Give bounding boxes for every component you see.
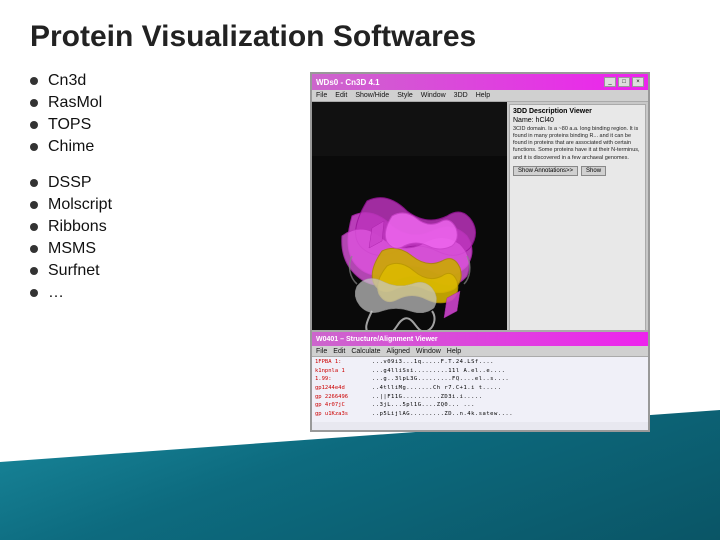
- seq-menu-file[interactable]: File: [316, 348, 327, 355]
- seq-id: gp 4r07jC: [315, 402, 370, 410]
- seq-menu-calculate[interactable]: Calculate: [351, 348, 380, 355]
- list-item: Chime: [30, 138, 290, 156]
- bullet-icon: [30, 201, 38, 209]
- maximize-button[interactable]: □: [618, 77, 630, 87]
- list-item: Ribbons: [30, 218, 290, 236]
- seq-row: 1.99: ...g..3lpL3G.........FQ....el..s..…: [315, 376, 649, 384]
- bullet-group-1: Cn3d RasMol TOPS Chime: [30, 72, 290, 156]
- close-button[interactable]: ×: [632, 77, 644, 87]
- seq-menu-edit[interactable]: Edit: [333, 348, 345, 355]
- window-title: WDs0 - Cn3D 4.1: [316, 78, 380, 87]
- bullet-icon: [30, 179, 38, 187]
- list-item-label: DSSP: [48, 174, 92, 192]
- seq-row: 1FPBA 1: ...v09i3...1q.....F.T.24.LSf...…: [315, 359, 649, 367]
- list-item-label: MSMS: [48, 240, 96, 258]
- list-item-label: Cn3d: [48, 72, 86, 90]
- menu-window[interactable]: Window: [421, 92, 446, 99]
- list-item: Molscript: [30, 196, 290, 214]
- menu-edit[interactable]: Edit: [335, 92, 347, 99]
- bullet-group-2: DSSP Molscript Ribbons MSMS Surfnet: [30, 174, 290, 302]
- bullet-icon: [30, 77, 38, 85]
- seq-id: 1.99:: [315, 376, 370, 384]
- seq-menu-aligned[interactable]: Aligned: [387, 348, 410, 355]
- seq-data: ...v09i3...1q.....F.T.24.LSf....: [372, 359, 494, 367]
- list-item-label: TOPS: [48, 116, 91, 134]
- left-column: Cn3d RasMol TOPS Chime DSSP: [30, 72, 290, 432]
- minimize-button[interactable]: _: [604, 77, 616, 87]
- list-item-label: RasMol: [48, 94, 102, 112]
- seq-data: ..p5LijlAG.........ZD..n.4k.satew....: [372, 411, 513, 419]
- bullet-icon: [30, 289, 38, 297]
- menu-help[interactable]: Help: [476, 92, 490, 99]
- seq-menubar: File Edit Calculate Aligned Window Help: [312, 346, 650, 357]
- seq-id: gp u1Kza3s: [315, 411, 370, 419]
- seq-data: ...g4lliSsi.........11l A.el..e....: [372, 368, 505, 376]
- show-button[interactable]: Show: [581, 166, 606, 176]
- seq-row: gp 2266496 ..||F11G..........ZD3i.i.....: [315, 394, 649, 402]
- window-controls: _ □ ×: [604, 77, 644, 87]
- seq-data: ..||F11G..........ZD3i.i.....: [372, 394, 483, 402]
- seq-id: k1npnla 1: [315, 368, 370, 376]
- desc-panel-text: 3CID domain. Is a ~80 a.a. long binding …: [513, 126, 642, 162]
- menu-style[interactable]: Style: [397, 92, 413, 99]
- app-screenshot: WDs0 - Cn3D 4.1 _ □ × File Edit Show/Hid…: [310, 72, 650, 432]
- seq-row: k1npnla 1 ...g4lliSsi.........11l A.el..…: [315, 368, 649, 376]
- seq-id: 1FPBA 1:: [315, 359, 370, 367]
- list-item: RasMol: [30, 94, 290, 112]
- list-item-label: Ribbons: [48, 218, 107, 236]
- menu-bar: File Edit Show/Hide Style Window 3DD Hel…: [312, 90, 648, 102]
- description-panel: 3DD Description Viewer Name: hCl40 3CID …: [509, 104, 646, 359]
- list-item: …: [30, 284, 290, 302]
- bullet-icon: [30, 245, 38, 253]
- menu-showhide[interactable]: Show/Hide: [355, 92, 389, 99]
- sequence-panel: W0401 – Structure/Alignment Viewer File …: [312, 330, 650, 430]
- seq-row: gp 4r07jC ..3jL...5pl1G....ZQ0... ...: [315, 402, 649, 410]
- screenshot-area: WDs0 - Cn3D 4.1 _ □ × File Edit Show/Hid…: [310, 72, 710, 432]
- two-column-layout: Cn3d RasMol TOPS Chime DSSP: [30, 72, 710, 432]
- seq-row: gp1244e4d ..4tlliMg.......Ch r7.C+1.i t.…: [315, 385, 649, 393]
- seq-menu-help[interactable]: Help: [447, 348, 461, 355]
- bullet-icon: [30, 143, 38, 151]
- seq-id: gp 2266496: [315, 394, 370, 402]
- list-item: DSSP: [30, 174, 290, 192]
- list-item: Cn3d: [30, 72, 290, 90]
- seq-data: ..3jL...5pl1G....ZQ0... ...: [372, 402, 475, 410]
- seq-menu-window[interactable]: Window: [416, 348, 441, 355]
- list-item-label: …: [48, 284, 64, 302]
- seq-window-title: W0401 – Structure/Alignment Viewer: [316, 336, 438, 343]
- list-item: TOPS: [30, 116, 290, 134]
- show-annotations-button[interactable]: Show Annotations>>: [513, 166, 578, 176]
- list-item: MSMS: [30, 240, 290, 258]
- menu-file[interactable]: File: [316, 92, 327, 99]
- bullet-icon: [30, 223, 38, 231]
- seq-data: ..4tlliMg.......Ch r7.C+1.i t.....: [372, 385, 502, 393]
- bullet-icon: [30, 267, 38, 275]
- page-title: Protein Visualization Softwares: [30, 20, 710, 54]
- list-item-label: Chime: [48, 138, 94, 156]
- sequence-content: 1FPBA 1: ...v09i3...1q.....F.T.24.LSf...…: [312, 357, 650, 422]
- menu-3dd[interactable]: 3DD: [454, 92, 468, 99]
- desc-panel-name: Name: hCl40: [513, 117, 642, 124]
- bullet-icon: [30, 121, 38, 129]
- seq-titlebar: W0401 – Structure/Alignment Viewer: [312, 332, 650, 346]
- desc-panel-title: 3DD Description Viewer: [513, 108, 642, 115]
- seq-row: gp u1Kza3s ..p5LijlAG.........ZD..n.4k.s…: [315, 411, 649, 419]
- list-item-label: Molscript: [48, 196, 112, 214]
- main-content: Protein Visualization Softwares Cn3d Ras…: [30, 20, 710, 432]
- list-item: Surfnet: [30, 262, 290, 280]
- window-titlebar: WDs0 - Cn3D 4.1 _ □ ×: [312, 74, 648, 90]
- list-item-label: Surfnet: [48, 262, 100, 280]
- seq-data: ...g..3lpL3G.........FQ....el..s....: [372, 376, 509, 384]
- bullet-icon: [30, 99, 38, 107]
- seq-id: gp1244e4d: [315, 385, 370, 393]
